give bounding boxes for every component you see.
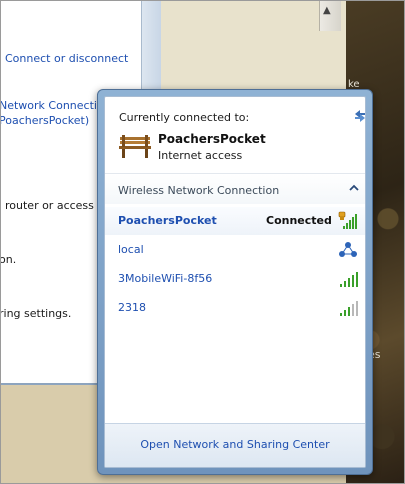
flyout-footer: Open Network and Sharing Center xyxy=(105,423,365,467)
signal-strength-icon xyxy=(340,301,358,316)
network-item-3mobilewifi[interactable]: 3MobileWiFi-8f56 xyxy=(105,265,365,293)
section-header[interactable]: Wireless Network Connection xyxy=(105,174,365,204)
currently-connected-label: Currently connected to: xyxy=(119,111,250,124)
network-connection-link-line2[interactable]: PoachersPocket) xyxy=(1,114,89,127)
network-item-poacherspocket[interactable]: PoachersPocket Connected xyxy=(105,207,365,235)
network-name: 2318 xyxy=(118,301,146,314)
network-flyout: Currently connected to: PoachersPocket I… xyxy=(97,89,373,475)
refresh-icon[interactable] xyxy=(351,107,366,125)
secured-signal-icon xyxy=(338,211,357,229)
open-network-sharing-center-link[interactable]: Open Network and Sharing Center xyxy=(105,438,365,451)
network-item-local[interactable]: local xyxy=(105,236,365,264)
section-title: Wireless Network Connection xyxy=(118,184,280,197)
network-connection-link[interactable]: Network Connectio xyxy=(1,99,104,112)
current-network-name: PoachersPocket xyxy=(158,132,266,146)
ad-hoc-network-icon xyxy=(339,242,357,257)
chevron-up-icon[interactable] xyxy=(349,184,359,192)
screen: Connect or disconnect Network Connectio … xyxy=(0,0,405,484)
current-network-status: Internet access xyxy=(158,149,243,162)
scroll-up-icon[interactable]: ▲ xyxy=(323,5,331,16)
network-item-2318[interactable]: 2318 xyxy=(105,294,365,322)
network-name: local xyxy=(118,243,144,256)
flyout-panel: Currently connected to: PoachersPocket I… xyxy=(104,96,366,468)
settings-text: ring settings. xyxy=(0,307,72,320)
network-bench-icon xyxy=(119,135,151,158)
network-name: PoachersPocket xyxy=(118,214,217,227)
router-text: router or access po xyxy=(5,199,112,212)
network-status: Connected xyxy=(266,214,332,227)
network-name: 3MobileWiFi-8f56 xyxy=(118,272,213,285)
connect-disconnect-link[interactable]: Connect or disconnect xyxy=(5,52,128,65)
on-text: on. xyxy=(0,253,17,266)
signal-strength-icon xyxy=(340,272,358,287)
